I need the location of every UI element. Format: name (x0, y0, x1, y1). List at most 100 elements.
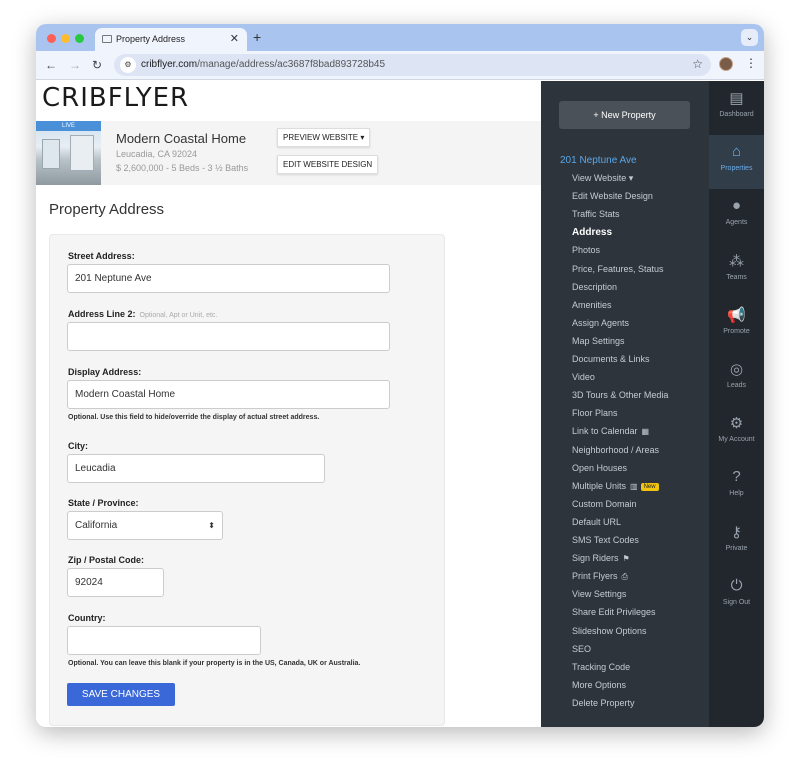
sidebar-item-documents-links[interactable]: Documents & Links (572, 354, 650, 364)
city-input[interactable]: Leucadia (67, 454, 325, 483)
sidebar-item-default-url[interactable]: Default URL (572, 517, 621, 527)
nav-leads[interactable]: ◎ Leads (709, 352, 764, 406)
page-title: Property Address (49, 201, 165, 218)
sidebar-item-map-settings[interactable]: Map Settings (572, 336, 625, 346)
nav-private[interactable]: ⚷ Private (709, 515, 764, 569)
state-select[interactable]: California ⬍ (67, 511, 223, 540)
tab-title: Property Address (116, 34, 186, 44)
property-thumbnail[interactable]: LIVE (36, 121, 101, 185)
bookmark-star-icon[interactable]: ☆ (692, 57, 703, 71)
sidebar-item-slideshow-options[interactable]: Slideshow Options (572, 626, 647, 636)
sidebar-item-seo[interactable]: SEO (572, 644, 591, 654)
country-label: Country: (68, 613, 106, 623)
property-header: LIVE Modern Coastal Home Leucadia, CA 92… (36, 121, 541, 185)
sidebar-item-delete-property[interactable]: Delete Property (572, 698, 635, 708)
sidebar-item-label: View Website ▾ (572, 173, 634, 183)
nav-sign-out[interactable]: ⏻ Sign Out (709, 569, 764, 623)
nav-label: Dashboard (719, 111, 754, 118)
display-address-input[interactable]: Modern Coastal Home (67, 380, 390, 409)
property-info: $ 2,600,000 - 5 Beds - 3 ½ Baths (116, 163, 249, 173)
sidebar-item-edit-website-design[interactable]: Edit Website Design (572, 191, 653, 201)
sidebar-item-view-settings[interactable]: View Settings (572, 589, 626, 599)
tab-search-icon[interactable]: ⌄ (741, 29, 758, 46)
property-sidebar: + New Property 201 Neptune Ave View Webs… (541, 81, 709, 727)
sidebar-item-multiple-units[interactable]: Multiple Units ▥ New (572, 481, 659, 491)
sidebar-item-label: Default URL (572, 516, 622, 527)
country-input[interactable] (67, 626, 261, 655)
city-label: City: (68, 441, 88, 451)
sidebar-item-amenities[interactable]: Amenities (572, 300, 612, 310)
sidebar-item-floor-plans[interactable]: Floor Plans (572, 408, 618, 418)
preview-website-button[interactable]: PREVIEW WEBSITE ▾ (277, 128, 371, 147)
address-line2-input[interactable] (67, 322, 390, 351)
cribflyer-logo[interactable]: CRIBFLYER (42, 83, 189, 113)
close-tab-icon[interactable]: ✕ (230, 32, 239, 45)
new-badge: New (640, 482, 659, 491)
nav-agents[interactable]: ● Agents (709, 189, 764, 243)
sidebar-item-3d-tours-other-media[interactable]: 3D Tours & Other Media (572, 390, 668, 400)
dashboard-icon: ▤ (729, 90, 744, 107)
nav-properties[interactable]: ⌂ Properties (709, 135, 764, 190)
close-window-button[interactable] (47, 34, 56, 43)
address-bar[interactable]: ⚙ cribflyer.com/manage/address/ac3687f8b… (114, 54, 711, 76)
profile-avatar[interactable] (719, 57, 733, 71)
nav-label: Promote (723, 327, 750, 335)
edit-website-design-button[interactable]: EDIT WEBSITE DESIGN (277, 155, 379, 174)
new-tab-icon[interactable]: + (253, 29, 261, 45)
forward-icon[interactable]: → (69, 58, 81, 72)
nav-help[interactable]: ? Help (709, 460, 764, 514)
sidebar-item-view-website[interactable]: View Website ▾ (572, 173, 633, 184)
nav-dashboard[interactable]: ▤ Dashboard (709, 81, 764, 135)
address-form: Street Address: 201 Neptune Ave Address … (49, 234, 445, 726)
new-property-button[interactable]: + New Property (559, 101, 690, 129)
browser-menu-icon[interactable]: ⋮ (745, 56, 757, 70)
sidebar-item-photos[interactable]: Photos (572, 245, 600, 255)
key-icon: ⚷ (731, 523, 742, 541)
zip-input[interactable]: 92024 (67, 568, 164, 597)
nav-teams[interactable]: ⁂ Teams (709, 244, 764, 298)
sidebar-item-label: Neighborhood / Areas (572, 444, 660, 455)
state-label: State / Province: (68, 498, 139, 508)
sidebar-item-share-edit-privileges[interactable]: Share Edit Privileges (572, 607, 656, 617)
reload-icon[interactable]: ↻ (92, 58, 102, 72)
site-settings-icon[interactable]: ⚙ (120, 57, 136, 73)
sidebar-item-neighborhood-areas[interactable]: Neighborhood / Areas (572, 445, 659, 455)
building-icon: ▥ (630, 481, 638, 491)
sidebar-item-link-to-calendar[interactable]: Link to Calendar ▦ (572, 426, 649, 436)
street-address-input[interactable]: 201 Neptune Ave (67, 264, 390, 293)
sidebar-item-address[interactable]: Address (572, 227, 612, 238)
sidebar-item-video[interactable]: Video (572, 372, 595, 382)
save-changes-button[interactable]: SAVE CHANGES (67, 683, 175, 706)
agent-icon: ● (731, 197, 742, 215)
sidebar-item-label: Sign Riders (572, 553, 619, 564)
sidebar-item-custom-domain[interactable]: Custom Domain (572, 499, 637, 509)
url-text[interactable]: cribflyer.com/manage/address/ac3687f8bad… (141, 59, 385, 70)
address-line2-hint: Optional, Apt or Unit, etc. (139, 312, 218, 319)
main-nav-rail: ▤ Dashboard ⌂ Properties ● Agents ⁂ Teams 📢 Promo… (709, 81, 764, 727)
power-icon: ⏻ (730, 576, 743, 594)
sidebar-item-label: More Options (572, 679, 627, 690)
back-icon[interactable]: ← (45, 58, 57, 72)
nav-my-account[interactable]: ⚙ My Account (709, 406, 764, 460)
sidebar-item-more-options[interactable]: More Options (572, 680, 626, 690)
tab-property-address[interactable]: Property Address ✕ (95, 28, 247, 51)
sidebar-item-label: Slideshow Options (572, 625, 647, 636)
nav-promote[interactable]: 📢 Promote (709, 298, 764, 352)
sidebar-property-address[interactable]: 201 Neptune Ave (560, 155, 637, 166)
sidebar-item-tracking-code[interactable]: Tracking Code (572, 662, 630, 672)
nav-label: Teams (726, 273, 747, 281)
sidebar-item-traffic-stats[interactable]: Traffic Stats (572, 209, 620, 219)
sidebar-item-label: Map Settings (572, 335, 625, 346)
minimize-window-button[interactable] (61, 34, 70, 43)
sidebar-item-sms-text-codes[interactable]: SMS Text Codes (572, 535, 639, 545)
sidebar-item-print-flyers[interactable]: Print Flyers ⎙ (572, 571, 628, 582)
sidebar-item-description[interactable]: Description (572, 282, 617, 292)
property-name: Modern Coastal Home (116, 131, 247, 146)
sidebar-item-price-features-status[interactable]: Price, Features, Status (572, 264, 664, 274)
sidebar-item-sign-riders[interactable]: Sign Riders ⚑ (572, 553, 630, 563)
sidebar-item-assign-agents[interactable]: Assign Agents (572, 318, 629, 328)
sidebar-item-open-houses[interactable]: Open Houses (572, 463, 627, 473)
maximize-window-button[interactable] (75, 34, 84, 43)
page-content: CRIBFLYER LIVE Modern Coastal Home Leuca… (36, 81, 764, 727)
nav-label: My Account (718, 436, 755, 444)
